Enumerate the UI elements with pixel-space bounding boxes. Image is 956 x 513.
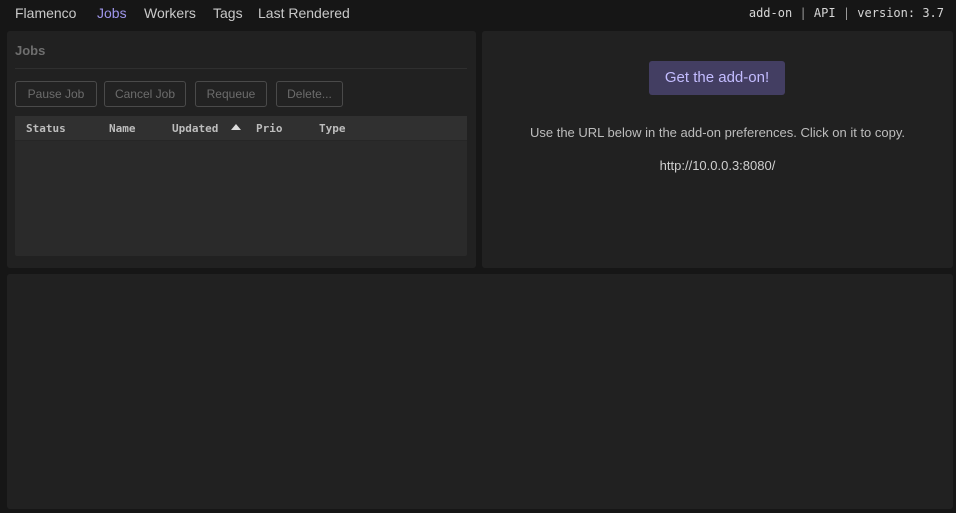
cancel-job-button[interactable]: Cancel Job [104, 81, 186, 107]
version-info: add-on | API | version: 3.7 [749, 6, 944, 20]
table-header: Status Name Updated Prio Type [15, 116, 467, 141]
jobs-table: Status Name Updated Prio Type [15, 116, 467, 256]
separator: | [799, 6, 807, 20]
addon-link[interactable]: add-on [749, 6, 792, 20]
job-details-panel [7, 274, 953, 509]
jobs-panel-title: Jobs [15, 43, 46, 58]
addon-panel: Get the add-on! Use the URL below in the… [482, 31, 953, 268]
addon-url-link[interactable]: http://10.0.0.3:8080/ [482, 158, 953, 173]
column-header-updated[interactable]: Updated [172, 122, 218, 135]
nav-item-flamenco[interactable]: Flamenco [15, 5, 76, 21]
separator: | [842, 6, 851, 20]
nav-item-last-rendered[interactable]: Last Rendered [258, 5, 350, 21]
nav-item-tags[interactable]: Tags [213, 5, 243, 21]
top-navigation-bar: Flamenco Jobs Workers Tags Last Rendered… [0, 0, 956, 27]
jobs-panel: Jobs Pause Job Cancel Job Requeue Delete… [7, 31, 476, 268]
column-header-name[interactable]: Name [109, 122, 136, 135]
version-text: version: 3.7 [857, 6, 944, 20]
column-header-type[interactable]: Type [319, 122, 346, 135]
nav-item-jobs[interactable]: Jobs [97, 5, 127, 21]
column-header-prio[interactable]: Prio [256, 122, 283, 135]
pause-job-button[interactable]: Pause Job [15, 81, 97, 107]
sort-ascending-icon[interactable] [231, 124, 241, 130]
api-link[interactable]: API [814, 6, 836, 20]
addon-instructions: Use the URL below in the add-on preferen… [529, 125, 906, 140]
delete-button[interactable]: Delete... [276, 81, 343, 107]
requeue-button[interactable]: Requeue [195, 81, 267, 107]
divider [15, 68, 467, 69]
column-header-status[interactable]: Status [26, 122, 66, 135]
nav-item-workers[interactable]: Workers [144, 5, 196, 21]
get-addon-button[interactable]: Get the add-on! [649, 61, 785, 95]
